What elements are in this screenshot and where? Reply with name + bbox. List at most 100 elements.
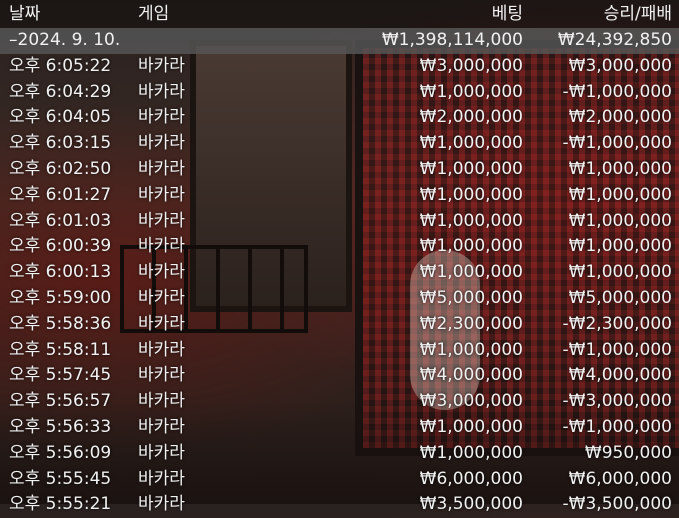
row-game: 바카라	[138, 158, 185, 179]
table-row[interactable]: 오후 5:58:36 바카라 ₩2,300,000 -₩2,300,000	[0, 312, 679, 338]
row-result: ₩1,000,000	[568, 184, 672, 205]
row-game: 바카라	[138, 416, 185, 437]
row-time: 오후 6:04:05	[9, 107, 112, 128]
table-row[interactable]: 오후 6:04:05 바카라 ₩2,000,000 ₩2,000,000	[0, 105, 679, 131]
table-body: 오후 6:05:22 바카라 ₩3,000,000 ₩3,000,000 오후 6:04…	[0, 54, 679, 518]
row-bet: ₩1,000,000	[419, 81, 523, 102]
row-game: 바카라	[138, 210, 185, 231]
row-time: 오후 5:59:00	[9, 287, 112, 308]
table-header: 날짜 게임 베팅 승리/패배	[0, 0, 679, 28]
table-row[interactable]: 오후 6:01:03 바카라 ₩1,000,000 ₩1,000,000	[0, 209, 679, 235]
date-group-row[interactable]: –2024. 9. 10. ₩1,398,114,000 ₩24,392,850	[0, 28, 679, 54]
row-game: 바카라	[138, 236, 185, 257]
row-bet: ₩2,300,000	[419, 313, 523, 334]
date-group-result-total: ₩24,392,850	[557, 30, 672, 50]
table-row[interactable]: 오후 6:03:15 바카라 ₩1,000,000 -₩1,000,000	[0, 131, 679, 157]
row-game: 바카라	[138, 287, 185, 308]
row-time: 오후 6:01:27	[9, 184, 112, 205]
row-time: 오후 5:55:45	[9, 468, 112, 489]
row-result: ₩5,000,000	[568, 287, 672, 308]
table-row[interactable]: 오후 6:00:39 바카라 ₩1,000,000 ₩1,000,000	[0, 234, 679, 260]
date-group-bet-total: ₩1,398,114,000	[381, 30, 523, 50]
row-time: 오후 5:58:36	[9, 313, 112, 334]
row-bet: ₩2,000,000	[419, 107, 523, 128]
row-game: 바카라	[138, 339, 185, 360]
table-row[interactable]: 오후 5:56:57 바카라 ₩3,000,000 -₩3,000,000	[0, 389, 679, 415]
date-group-label[interactable]: –2024. 9. 10.	[9, 28, 120, 54]
bet-history-table: 날짜 게임 베팅 승리/패배 –2024. 9. 10. ₩1,398,114,…	[0, 0, 679, 518]
row-game: 바카라	[138, 313, 185, 334]
row-bet: ₩4,000,000	[419, 365, 523, 386]
row-game: 바카라	[138, 468, 185, 489]
row-bet: ₩1,000,000	[419, 416, 523, 437]
table-row[interactable]: 오후 5:58:11 바카라 ₩1,000,000 -₩1,000,000	[0, 338, 679, 364]
row-result: ₩6,000,000	[568, 468, 672, 489]
row-time: 오후 5:56:09	[9, 442, 112, 463]
row-time: 오후 6:00:39	[9, 236, 112, 257]
row-game: 바카라	[138, 391, 185, 412]
column-header-bet[interactable]: 베팅	[492, 0, 523, 28]
row-time: 오후 6:00:13	[9, 262, 112, 283]
table-row[interactable]: 오후 6:05:22 바카라 ₩3,000,000 ₩3,000,000	[0, 54, 679, 80]
column-header-result[interactable]: 승리/패배	[604, 0, 672, 28]
row-bet: ₩1,000,000	[419, 236, 523, 257]
row-result: ₩1,000,000	[568, 158, 672, 179]
row-result: -₩1,000,000	[562, 133, 672, 154]
row-result: ₩4,000,000	[568, 365, 672, 386]
row-bet: ₩3,000,000	[419, 55, 523, 76]
row-result: ₩950,000	[584, 442, 672, 463]
table-row[interactable]: 오후 5:56:33 바카라 ₩1,000,000 -₩1,000,000	[0, 415, 679, 441]
row-time: 오후 6:04:29	[9, 81, 112, 102]
row-game: 바카라	[138, 442, 185, 463]
row-result: -₩1,000,000	[562, 416, 672, 437]
column-header-date[interactable]: 날짜	[9, 0, 40, 28]
row-game: 바카라	[138, 262, 185, 283]
row-bet: ₩1,000,000	[419, 339, 523, 360]
row-bet: ₩1,000,000	[419, 158, 523, 179]
row-game: 바카라	[138, 133, 185, 154]
row-bet: ₩1,000,000	[419, 210, 523, 231]
row-result: ₩2,000,000	[568, 107, 672, 128]
row-time: 오후 5:56:33	[9, 416, 112, 437]
table-row[interactable]: 오후 6:00:13 바카라 ₩1,000,000 ₩1,000,000	[0, 260, 679, 286]
row-result: -₩1,000,000	[562, 81, 672, 102]
row-game: 바카라	[138, 184, 185, 205]
table-row[interactable]: 오후 5:59:00 바카라 ₩5,000,000 ₩5,000,000	[0, 286, 679, 312]
row-result: ₩1,000,000	[568, 236, 672, 257]
row-game: 바카라	[138, 107, 185, 128]
row-time: 오후 6:05:22	[9, 55, 112, 76]
row-bet: ₩1,000,000	[419, 184, 523, 205]
row-game: 바카라	[138, 365, 185, 386]
row-result: -₩1,000,000	[562, 339, 672, 360]
row-bet: ₩5,000,000	[419, 287, 523, 308]
row-bet: ₩1,000,000	[419, 133, 523, 154]
row-result: -₩2,300,000	[562, 313, 672, 334]
row-time: 오후 5:55:21	[9, 494, 112, 515]
row-bet: ₩1,000,000	[419, 262, 523, 283]
row-result: ₩3,000,000	[568, 55, 672, 76]
table-row[interactable]: 오후 6:02:50 바카라 ₩1,000,000 ₩1,000,000	[0, 157, 679, 183]
row-bet: ₩3,500,000	[419, 494, 523, 515]
row-time: 오후 6:03:15	[9, 133, 112, 154]
row-result: -₩3,000,000	[562, 391, 672, 412]
row-result: -₩3,500,000	[562, 494, 672, 515]
row-result: ₩1,000,000	[568, 210, 672, 231]
table-row[interactable]: 오후 5:55:45 바카라 ₩6,000,000 ₩6,000,000	[0, 467, 679, 493]
table-row[interactable]: 오후 6:01:27 바카라 ₩1,000,000 ₩1,000,000	[0, 183, 679, 209]
row-time: 오후 6:02:50	[9, 158, 112, 179]
row-time: 오후 5:58:11	[9, 339, 112, 360]
row-bet: ₩3,000,000	[419, 391, 523, 412]
row-time: 오후 5:56:57	[9, 391, 112, 412]
column-header-game[interactable]: 게임	[138, 0, 169, 28]
table-row[interactable]: 오후 6:04:29 바카라 ₩1,000,000 -₩1,000,000	[0, 80, 679, 106]
row-bet: ₩6,000,000	[419, 468, 523, 489]
table-row[interactable]: 오후 5:57:45 바카라 ₩4,000,000 ₩4,000,000	[0, 363, 679, 389]
row-game: 바카라	[138, 494, 185, 515]
table-row[interactable]: 오후 5:55:21 바카라 ₩3,500,000 -₩3,500,000	[0, 492, 679, 518]
row-time: 오후 6:01:03	[9, 210, 112, 231]
table-row[interactable]: 오후 5:56:09 바카라 ₩1,000,000 ₩950,000	[0, 441, 679, 467]
row-bet: ₩1,000,000	[419, 442, 523, 463]
row-game: 바카라	[138, 81, 185, 102]
row-game: 바카라	[138, 55, 185, 76]
row-result: ₩1,000,000	[568, 262, 672, 283]
